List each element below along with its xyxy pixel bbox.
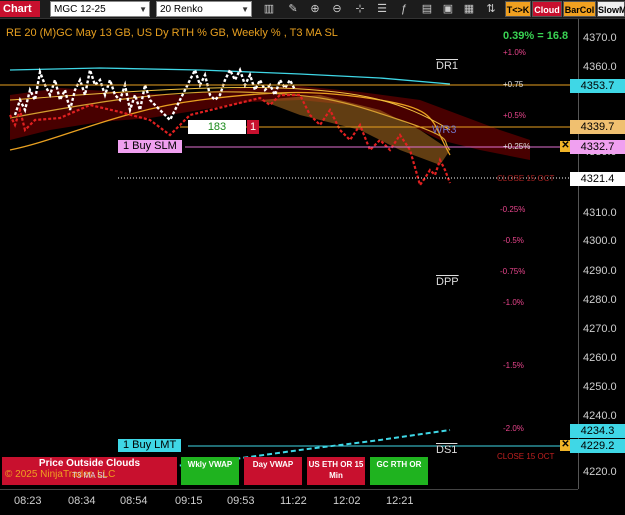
pct-label: -0.5% bbox=[503, 236, 524, 245]
t3-label: T3 MA SL bbox=[72, 471, 108, 480]
bar-type-selector[interactable]: 20 Renko ▼ bbox=[156, 1, 252, 17]
price-tick: 4370.0 bbox=[583, 32, 617, 44]
gc-rth-or-button[interactable]: GC RTH OR bbox=[370, 457, 428, 485]
price-chart[interactable] bbox=[0, 19, 578, 489]
time-tick: 11:22 bbox=[280, 495, 307, 507]
tk-button[interactable]: T<>K bbox=[505, 1, 531, 17]
zoom-in-icon[interactable]: ⊕ bbox=[308, 1, 322, 17]
pct-label: -1.5% bbox=[503, 361, 524, 370]
time-tick: 12:02 bbox=[333, 495, 361, 507]
time-tick: 12:21 bbox=[386, 495, 414, 507]
level-dr1: DR1 bbox=[436, 60, 459, 72]
pct-label: -0.75% bbox=[500, 267, 526, 276]
price-tick: 4310.0 bbox=[583, 207, 617, 219]
chevron-down-icon: ▼ bbox=[241, 5, 249, 14]
time-tick: 09:53 bbox=[227, 495, 255, 507]
zoom-out-icon[interactable]: ⊖ bbox=[330, 1, 344, 17]
day-vwap-button[interactable]: Day VWAP bbox=[244, 457, 302, 485]
us-eth-or-button[interactable]: US ETH OR 15 Min bbox=[307, 457, 365, 485]
pct-label: +0.75 bbox=[503, 80, 524, 89]
price-tag-slm: 4332.7 bbox=[570, 140, 625, 154]
buy-lmt-order[interactable]: 1 Buy LMT bbox=[118, 439, 182, 452]
level-ds1: DS1 bbox=[436, 444, 458, 456]
instrument-selector[interactable]: MGC 12-25 ▼ bbox=[50, 1, 150, 17]
slm-quantity[interactable]: 183 bbox=[188, 120, 246, 134]
chart-trader-icon[interactable]: ⇅ bbox=[484, 1, 498, 17]
price-tick: 4280.0 bbox=[583, 294, 617, 306]
templates-icon[interactable]: ▦ bbox=[462, 1, 476, 17]
price-tag-cyan: 4353.7 bbox=[570, 79, 625, 93]
close-label: CLOSE 15 OCT bbox=[497, 174, 555, 183]
level-dpp: DPP bbox=[436, 276, 459, 288]
pct-label: -2.0% bbox=[503, 424, 524, 433]
price-tick: 4260.0 bbox=[583, 352, 617, 364]
time-tick: 08:34 bbox=[68, 495, 96, 507]
buy-slm-order[interactable]: 1 Buy SLM bbox=[118, 140, 182, 153]
slm-count[interactable]: 1 bbox=[247, 120, 259, 134]
price-tick: 4270.0 bbox=[583, 323, 617, 335]
indicators-icon[interactable]: ƒ bbox=[397, 1, 411, 17]
price-tick: 4240.0 bbox=[583, 410, 617, 422]
time-tick: 08:23 bbox=[14, 495, 42, 507]
level-wr3: WR3 bbox=[432, 124, 457, 136]
cloud-button[interactable]: Cloud bbox=[532, 1, 562, 17]
instrument-label: MGC 12-25 bbox=[54, 4, 106, 15]
price-tick: 4300.0 bbox=[583, 235, 617, 247]
price-tick: 4360.0 bbox=[583, 61, 617, 73]
pct-label: -1.0% bbox=[503, 298, 524, 307]
price-tag-last: 4321.4 bbox=[570, 172, 625, 186]
barcol-button[interactable]: BarCol bbox=[563, 1, 596, 17]
chart-toolbar: Chart MGC 12-25 ▼ 20 Renko ▼ ▥ ✎ ⊕ ⊖ ⊹ ☰… bbox=[0, 0, 625, 19]
price-tag-lmt: 4234.3 bbox=[570, 424, 625, 438]
price-outside-clouds-banner: Price Outside Clouds © 2025 NinjaTrader,… bbox=[2, 457, 177, 485]
pct-label: +0.5% bbox=[503, 111, 526, 120]
slowm-button[interactable]: SlowM bbox=[597, 1, 625, 17]
percent-readout: 0.39% = 16.8 bbox=[503, 30, 569, 42]
camera-icon[interactable]: ▣ bbox=[441, 1, 455, 17]
price-tag-orange: 4339.7 bbox=[570, 120, 625, 134]
strategies-icon[interactable]: ▤ bbox=[420, 1, 434, 17]
properties-icon[interactable]: ☰ bbox=[375, 1, 389, 17]
close-label: CLOSE 15 OCT bbox=[497, 452, 555, 461]
chart-tab[interactable]: Chart bbox=[0, 1, 40, 17]
bar-type-label: 20 Renko bbox=[160, 4, 203, 15]
banner-text: Price Outside Clouds bbox=[38, 458, 141, 469]
pct-label: +0.25% bbox=[503, 142, 531, 151]
chart-title: RE 20 (M)GC May 13 GB, US Dy RTH % GB, W… bbox=[6, 27, 338, 39]
chevron-down-icon: ▼ bbox=[139, 5, 147, 14]
price-tick: 4250.0 bbox=[583, 381, 617, 393]
price-tick: 4290.0 bbox=[583, 265, 617, 277]
price-tick: 4220.0 bbox=[583, 466, 617, 478]
price-tag-lower: 4229.2 bbox=[570, 439, 625, 453]
bar-style-icon[interactable]: ▥ bbox=[262, 1, 276, 17]
time-tick: 09:15 bbox=[175, 495, 203, 507]
wkly-vwap-button[interactable]: Wkly VWAP bbox=[181, 457, 239, 485]
cloud-band bbox=[10, 86, 530, 160]
crosshair-icon[interactable]: ⊹ bbox=[353, 1, 367, 17]
pct-label: -0.25% bbox=[500, 205, 526, 214]
draw-tool-icon[interactable]: ✎ bbox=[286, 1, 300, 17]
pct-label: +1.0% bbox=[503, 48, 526, 57]
time-tick: 08:54 bbox=[120, 495, 148, 507]
